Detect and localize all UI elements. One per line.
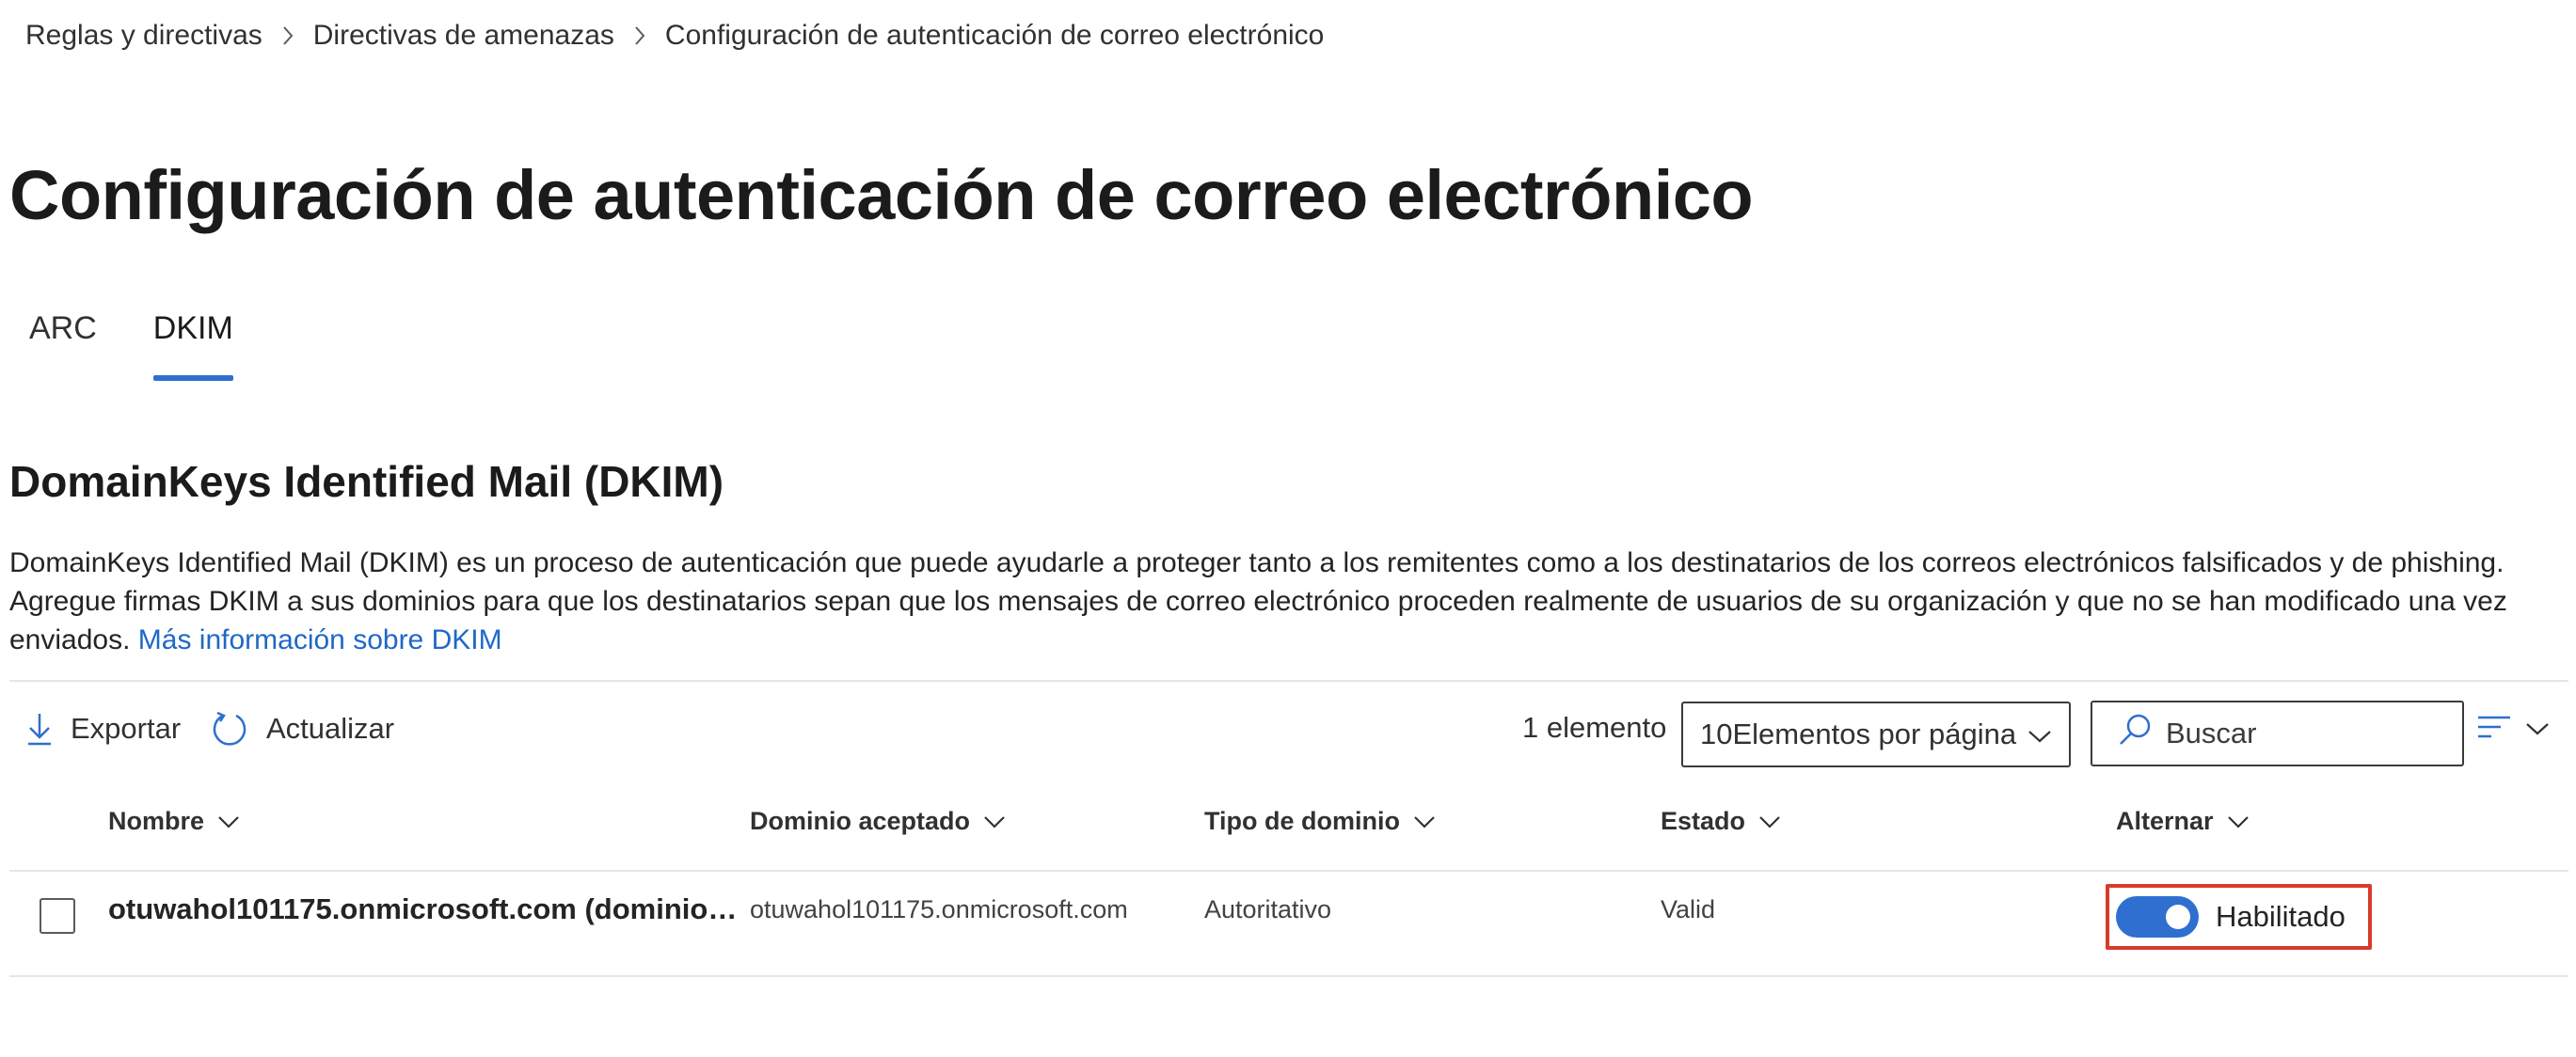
- chevron-down-icon: [2525, 721, 2550, 736]
- column-header-name[interactable]: Nombre: [108, 807, 240, 836]
- divider: [9, 680, 2568, 682]
- chevron-down-icon: [2027, 718, 2052, 751]
- toggle-label: Habilitado: [2216, 900, 2345, 933]
- row-divider: [9, 975, 2568, 977]
- page-title: Configuración de autenticación de correo…: [9, 156, 1754, 234]
- chevron-down-icon: [1758, 815, 1781, 828]
- items-per-page-value: 10Elementos por página: [1700, 718, 2017, 750]
- column-header-label: Tipo de dominio: [1204, 807, 1400, 835]
- list-filter-icon: [2476, 714, 2512, 745]
- search-box[interactable]: [2091, 701, 2464, 766]
- column-header-label: Alternar: [2116, 807, 2214, 835]
- items-per-page-dropdown[interactable]: 10Elementos por página: [1681, 702, 2071, 767]
- refresh-label: Actualizar: [266, 712, 395, 745]
- chevron-down-icon: [1413, 815, 1436, 828]
- column-header-label: Nombre: [108, 807, 205, 835]
- chevron-down-icon: [983, 815, 1006, 828]
- toggle-knob: [2166, 905, 2190, 929]
- item-count: 1 elemento: [1522, 711, 1667, 744]
- breadcrumb: Reglas y directivas Directivas de amenaz…: [25, 17, 1324, 55]
- column-header-toggle[interactable]: Alternar: [2116, 807, 2250, 836]
- chevron-down-icon: [2227, 815, 2250, 828]
- column-header-type[interactable]: Tipo de dominio: [1204, 807, 1436, 836]
- search-input[interactable]: [2166, 717, 2448, 750]
- export-label: Exportar: [71, 712, 182, 745]
- tab-dkim[interactable]: DKIM: [152, 310, 233, 381]
- dkim-toggle-switch[interactable]: [2116, 896, 2199, 938]
- breadcrumb-item-threat-policies[interactable]: Directivas de amenazas: [313, 20, 614, 52]
- toggle-highlight: Habilitado: [2106, 884, 2372, 950]
- row-checkbox[interactable]: [40, 898, 75, 934]
- row-status: Valid: [1661, 895, 1716, 923]
- chevron-right-icon: [281, 25, 294, 46]
- column-header-domain[interactable]: Dominio aceptado: [750, 807, 1006, 836]
- column-header-status[interactable]: Estado: [1661, 807, 1781, 836]
- chevron-right-icon: [633, 25, 646, 46]
- section-title: DomainKeys Identified Mail (DKIM): [9, 457, 724, 506]
- column-header-label: Estado: [1661, 807, 1746, 835]
- chevron-down-icon: [217, 815, 240, 828]
- view-options-button[interactable]: [2476, 710, 2550, 748]
- row-domain-type: Autoritativo: [1204, 895, 1332, 923]
- breadcrumb-item-rules[interactable]: Reglas y directivas: [25, 20, 262, 52]
- column-header-label: Dominio aceptado: [750, 807, 971, 835]
- download-icon: [25, 711, 54, 747]
- refresh-icon: [212, 710, 249, 748]
- export-button[interactable]: Exportar: [25, 707, 181, 750]
- search-icon: [2117, 712, 2153, 755]
- tab-arc[interactable]: ARC: [29, 310, 97, 381]
- header-divider: [9, 870, 2568, 872]
- section-description: DomainKeys Identified Mail (DKIM) es un …: [9, 544, 2568, 659]
- row-domain: otuwahol101175.onmicrosoft.com: [750, 895, 1128, 923]
- refresh-button[interactable]: Actualizar: [212, 707, 394, 750]
- tab-list: ARC DKIM: [29, 310, 233, 381]
- row-name[interactable]: otuwahol101175.onmicrosoft.com (dominio …: [108, 892, 739, 926]
- breadcrumb-item-current: Configuración de autenticación de correo…: [664, 20, 1325, 51]
- learn-more-link[interactable]: Más información sobre DKIM: [138, 624, 502, 655]
